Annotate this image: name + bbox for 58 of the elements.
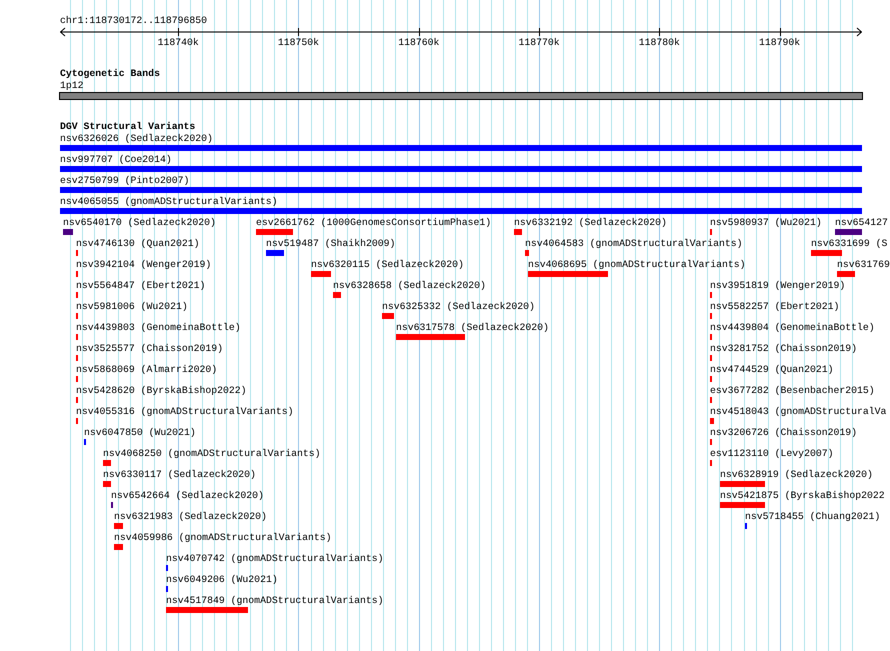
variant-label: esv2750799 (Pinto2007) (60, 175, 190, 187)
variant-label: nsv5564847 (Ebert2021) (76, 280, 206, 292)
variant-label: esv1123110 (Levy2007) (710, 448, 834, 460)
variant-label: nsv6331699 (S (811, 238, 888, 250)
variant-label: nsv4064583 (gnomADStructuralVariants) (525, 238, 743, 250)
tick-label: 118760k (398, 37, 440, 49)
variant-label: nsv3525577 (Chaisson2019) (76, 343, 223, 355)
variant-label: nsv6049206 (Wu2021) (166, 574, 278, 586)
variant-label: nsv4068250 (gnomADStructuralVariants) (103, 448, 321, 460)
variant-label: nsv4065055 (gnomADStructuralVariants) (60, 196, 278, 208)
tick-label: 118780k (638, 37, 680, 49)
variant-label: nsv5718455 (Chuang2021) (745, 511, 880, 523)
variant-label: nsv6321983 (Sedlazeck2020) (114, 511, 267, 523)
variant-label: nsv6047850 (Wu2021) (84, 427, 196, 439)
variant-label: nsv6332192 (Sedlazeck2020) (514, 217, 667, 229)
variant-label: nsv6325332 (Sedlazeck2020) (382, 301, 535, 313)
variant-label: nsv6330117 (Sedlazeck2020) (103, 469, 256, 481)
variant-label: nsv4439803 (GenomeinaBottle) (76, 322, 241, 334)
variant-label: nsv6317578 (Sedlazeck2020) (396, 322, 549, 334)
variant-label: nsv519487 (Shaikh2009) (266, 238, 396, 250)
variant-label: nsv6542664 (Sedlazeck2020) (111, 490, 264, 502)
variant-label: nsv5981006 (Wu2021) (76, 301, 188, 313)
variant-label: nsv4746130 (Quan2021) (76, 238, 200, 250)
variant-label: nsv654127 (835, 217, 888, 229)
variant-label: nsv4518043 (gnomADStructuralVa (710, 406, 886, 418)
variant-label: nsv6328658 (Sedlazeck2020) (333, 280, 486, 292)
variant-label: nsv6326026 (Sedlazeck2020) (60, 133, 213, 145)
variant-label: nsv6540170 (Sedlazeck2020) (63, 217, 216, 229)
variant-label: esv2661762 (1000GenomesConsortiumPhase1) (256, 217, 492, 229)
variant-label: nsv3281752 (Chaisson2019) (710, 343, 857, 355)
tick-label: 118740k (158, 37, 199, 49)
variant-label: nsv6320115 (Sedlazeck2020) (311, 259, 464, 271)
variant-label: nsv4055316 (gnomADStructuralVariants) (76, 406, 294, 418)
variant-label: nsv997707 (Coe2014) (60, 154, 172, 166)
tick-label: 118750k (278, 37, 320, 49)
variant-label: nsv3942104 (Wenger2019) (76, 259, 212, 271)
variant-label: nsv5582257 (Ebert2021) (710, 301, 840, 313)
variant-label: nsv631769 (837, 259, 890, 271)
variant-label: nsv4070742 (gnomADStructuralVariants) (166, 553, 384, 565)
track-title: DGV Structural Variants (60, 121, 196, 133)
variant-label: nsv5868069 (Almarri2020) (76, 364, 218, 376)
variant-label: nsv3951819 (Wenger2019) (710, 280, 846, 292)
tick-label: 118770k (518, 37, 560, 49)
variant-label: nsv5421875 (ByrskaBishop2022 (720, 490, 885, 502)
variant-label: nsv6328919 (Sedlazeck2020) (720, 469, 873, 481)
band-label: 1p12 (60, 80, 84, 92)
variant-label: nsv4517849 (gnomADStructuralVariants) (166, 595, 384, 607)
variant-label: esv3677282 (Besenbacher2015) (710, 385, 875, 397)
variant-label: nsv4744529 (Quan2021) (710, 364, 834, 376)
variant-label: nsv4068695 (gnomADStructuralVariants) (528, 259, 746, 271)
tick-label: 118790k (759, 37, 800, 49)
location-label: chr1:118730172..118796850 (60, 15, 207, 27)
variant-label: nsv4059986 (gnomADStructuralVariants) (114, 532, 332, 544)
variant-label: nsv4439804 (GenomeinaBottle) (710, 322, 875, 334)
track-title: Cytogenetic Bands (60, 68, 160, 80)
variant-label: nsv3206726 (Chaisson2019) (710, 427, 857, 439)
variant-label: nsv5980937 (Wu2021) (710, 217, 822, 229)
variant-label: nsv5428620 (ByrskaBishop2022) (76, 385, 246, 397)
